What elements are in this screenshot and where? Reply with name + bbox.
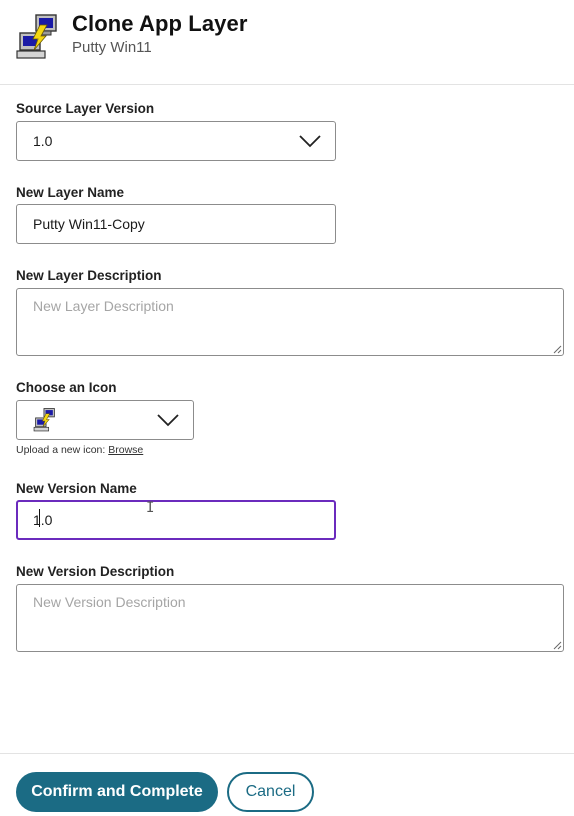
resize-grip-icon[interactable]	[553, 345, 562, 354]
confirm-and-complete-button[interactable]: Confirm and Complete	[16, 772, 218, 812]
new-layer-description-wrapper	[16, 288, 564, 356]
putty-computer-icon	[16, 14, 57, 59]
choose-icon-label: Choose an Icon	[16, 380, 117, 395]
new-layer-name-label: New Layer Name	[16, 185, 125, 200]
source-layer-version-select[interactable]: 1.0	[16, 121, 336, 161]
choose-icon-select[interactable]	[16, 400, 194, 440]
browse-link[interactable]: Browse	[108, 444, 143, 456]
new-layer-description-label: New Layer Description	[16, 268, 162, 283]
page-title: Clone App Layer	[72, 11, 248, 36]
source-layer-version-label: Source Layer Version	[16, 101, 155, 116]
dialog-footer: Confirm and Complete Cancel	[0, 753, 574, 816]
new-version-description-textarea[interactable]	[16, 584, 564, 652]
source-layer-version-value: 1.0	[33, 133, 53, 149]
new-version-description-label: New Version Description	[16, 564, 175, 579]
chevron-down-icon	[157, 414, 179, 427]
cancel-button[interactable]: Cancel	[227, 772, 314, 812]
upload-icon-helper: Upload a new icon: Browse	[16, 444, 143, 456]
new-version-description-wrapper	[16, 584, 564, 652]
upload-icon-helper-text: Upload a new icon:	[16, 444, 109, 456]
putty-computer-icon	[33, 408, 55, 432]
ibeam-cursor-icon: I	[146, 500, 155, 516]
new-version-name-input[interactable]	[16, 500, 336, 540]
new-layer-description-textarea[interactable]	[16, 288, 564, 356]
page-subtitle: Putty Win11	[72, 39, 152, 56]
new-layer-name-input[interactable]	[16, 204, 336, 244]
new-version-name-label: New Version Name	[16, 481, 137, 496]
text-caret	[39, 509, 40, 527]
chevron-down-icon	[299, 135, 321, 148]
dialog-header: Clone App Layer Putty Win11	[0, 0, 574, 85]
resize-grip-icon[interactable]	[553, 641, 562, 650]
